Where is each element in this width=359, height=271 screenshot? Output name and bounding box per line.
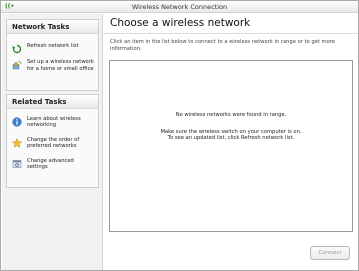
instructions-text: Click an item in the list below to conne… bbox=[110, 39, 335, 52]
connect-button[interactable]: Connect bbox=[310, 246, 350, 260]
wireless-hint-text: Make sure the wireless switch on your co… bbox=[110, 129, 352, 142]
related-tasks-group: Related Tasks Learn about wireless netwo… bbox=[6, 94, 99, 188]
learn-wireless-networking-label: Learn about wireless networking bbox=[27, 116, 81, 129]
change-preferred-order-label: Change the order of preferred networks bbox=[27, 136, 80, 150]
setup-network-icon bbox=[12, 61, 22, 70]
setup-wireless-network-label: Set up a wireless network for a home or … bbox=[27, 59, 94, 72]
change-advanced-settings-label: Change advanced settings bbox=[27, 157, 74, 171]
page-title: Choose a wireless network bbox=[110, 17, 251, 29]
network-tasks-group: Network Tasks Refresh network list Set u… bbox=[6, 19, 99, 91]
title-bar[interactable]: ((• Wireless Network Connection bbox=[1, 1, 358, 13]
no-networks-message: No wireless networks were found in range… bbox=[175, 112, 287, 118]
hint-line-2: To see an updated list, click Refresh ne… bbox=[167, 135, 295, 142]
wireless-network-connection-window: ((• Wireless Network Connection Network … bbox=[0, 0, 359, 271]
change-advanced-settings-link[interactable]: Change advanced settings bbox=[7, 158, 98, 171]
refresh-network-list-label: Refresh network list bbox=[27, 43, 79, 49]
setup-wireless-network-link[interactable]: Set up a wireless network for a home or … bbox=[7, 59, 98, 72]
settings-icon bbox=[12, 159, 22, 168]
task-pane: Network Tasks Refresh network list Set u… bbox=[2, 14, 103, 270]
network-tasks-header: Network Tasks bbox=[7, 20, 98, 34]
wireless-network-list[interactable]: No wireless networks were found in range… bbox=[109, 60, 353, 232]
info-icon bbox=[12, 117, 22, 127]
heading-divider bbox=[104, 33, 358, 34]
refresh-network-list-link[interactable]: Refresh network list bbox=[7, 43, 98, 54]
star-icon bbox=[12, 137, 22, 148]
learn-wireless-networking-link[interactable]: Learn about wireless networking bbox=[7, 116, 98, 129]
related-tasks-header: Related Tasks bbox=[7, 95, 98, 109]
change-preferred-order-link[interactable]: Change the order of preferred networks bbox=[7, 137, 98, 150]
window-title: Wireless Network Connection bbox=[131, 3, 228, 11]
refresh-icon bbox=[12, 44, 22, 54]
